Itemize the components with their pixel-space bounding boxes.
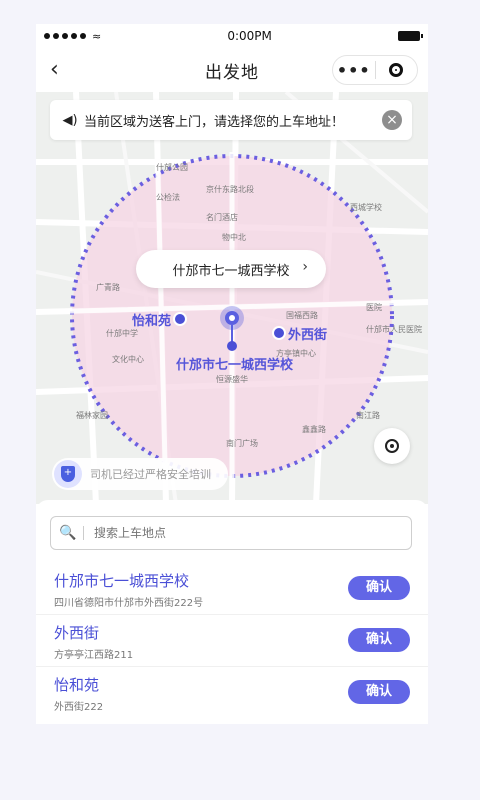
map-poi-label: 物中北 xyxy=(222,233,246,242)
map-label-yihe[interactable]: 怡和苑 xyxy=(132,310,171,329)
bottom-sheet: 🔍 什邡市七一城西学校 四川省德阳市什邡市外西街222号 确认 外西街 方亭亭江… xyxy=(36,500,428,724)
crosshair-icon xyxy=(385,439,399,453)
map-street-label: 南江路 xyxy=(356,411,380,420)
shield-icon: + xyxy=(54,460,82,488)
status-time: 0:00PM xyxy=(227,29,272,43)
map-poi-label: 西城学校 xyxy=(350,203,382,212)
place-address: 四川省德阳市什邡市外西街222号 xyxy=(54,598,204,609)
phone-screen: ≈ 0:00PM ‹ 出发地 ••• ◀) 当前区域为送客上门，请选择您的上车地… xyxy=(36,24,428,724)
search-divider xyxy=(83,526,84,540)
map-poi-label: 公检法 xyxy=(156,193,180,202)
signal-area: ≈ xyxy=(44,30,101,43)
list-item[interactable]: 外西街 方亭亭江西路211 确认 xyxy=(36,614,428,667)
battery-icon xyxy=(397,31,423,41)
navigation-bar: ‹ 出发地 ••• xyxy=(36,48,428,92)
notice-banner: ◀) 当前区域为送客上门，请选择您的上车地址！ × xyxy=(50,100,412,140)
place-name: 外西街 xyxy=(54,624,100,642)
map-poi-label: 方亭镇中心 xyxy=(276,349,316,358)
map-pin-yihe[interactable] xyxy=(173,312,187,326)
search-icon: 🔍 xyxy=(59,525,77,541)
signal-icon xyxy=(44,33,86,39)
callout-label: 什邡市七一城西学校 xyxy=(172,263,290,279)
map-poi-label: 鑫鑫路 xyxy=(302,425,326,434)
locate-me-button[interactable] xyxy=(374,428,410,464)
safety-text: 司机已经过严格安全培训 xyxy=(90,468,211,481)
list-item[interactable]: 什邡市七一城西学校 四川省德阳市什邡市外西街222号 确认 xyxy=(36,562,428,615)
map-view[interactable]: ◀) 当前区域为送客上门，请选择您的上车地址！ × 什邡市七一城西学校 › 怡和… xyxy=(36,92,428,504)
safety-tip: + 司机已经过严格安全培训 xyxy=(52,458,228,490)
map-street-label: 广青路 xyxy=(96,283,120,292)
map-pin-waixi[interactable] xyxy=(272,326,286,340)
wifi-icon: ≈ xyxy=(92,29,102,43)
place-name: 怡和苑 xyxy=(54,676,100,694)
confirm-button[interactable]: 确认 xyxy=(348,628,410,652)
map-label-waixi[interactable]: 外西街 xyxy=(288,324,327,343)
mini-program-capsule: ••• xyxy=(332,55,418,85)
map-poi-label: 国福西路 xyxy=(286,311,318,320)
map-poi-label: 文化中心 xyxy=(112,355,144,364)
map-poi-label: 恒源盛华 xyxy=(216,375,248,384)
map-poi-label: 名门酒店 xyxy=(206,213,238,222)
map-poi-label: 南门广场 xyxy=(226,439,258,448)
map-poi-label: 京什东路北段 xyxy=(206,185,254,194)
notice-text: 当前区域为送客上门，请选择您的上车地址！ xyxy=(84,114,345,130)
chevron-left-icon[interactable]: ‹ xyxy=(50,56,78,84)
status-bar: ≈ 0:00PM xyxy=(36,24,428,48)
page-title: 出发地 xyxy=(205,62,259,83)
place-address: 方亭亭江西路211 xyxy=(54,650,134,661)
target-circle-icon[interactable] xyxy=(376,63,418,77)
map-poi-label: 什邡市人民医院 xyxy=(366,325,422,334)
confirm-button[interactable]: 确认 xyxy=(348,680,410,704)
search-input[interactable] xyxy=(92,525,376,541)
place-address: 外西街222 xyxy=(54,702,104,713)
search-box[interactable]: 🔍 xyxy=(50,516,412,550)
list-item[interactable]: 怡和苑 外西街222 确认 xyxy=(36,666,428,718)
chevron-right-icon: › xyxy=(302,259,308,275)
speaker-icon: ◀) xyxy=(62,112,78,128)
selected-location-callout[interactable]: 什邡市七一城西学校 › xyxy=(136,250,326,288)
map-poi-label: 什邡中学 xyxy=(106,329,138,338)
map-poi-label: 什邡公园 xyxy=(156,163,188,172)
map-poi-label: 福林家园 xyxy=(76,411,108,420)
close-icon[interactable]: × xyxy=(382,110,402,130)
more-dots-icon[interactable]: ••• xyxy=(333,61,375,80)
confirm-button[interactable]: 确认 xyxy=(348,576,410,600)
place-name: 什邡市七一城西学校 xyxy=(54,572,190,590)
map-poi-label: 医院 xyxy=(366,303,382,312)
